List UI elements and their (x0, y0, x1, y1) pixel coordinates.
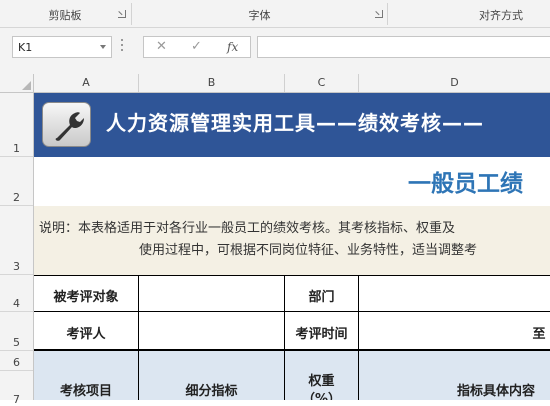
cell-label-time[interactable]: 考评时间 (285, 312, 359, 351)
row-header-1-label: 1 (13, 142, 20, 155)
ribbon-group-font: 字体 (132, 0, 387, 27)
row-header-2-label: 2 (13, 191, 20, 204)
description-line-2: 使用过程中，可根据不同岗位特征、业务特性，适当调整考 (139, 243, 478, 258)
formula-input[interactable] (257, 36, 550, 58)
enter-icon[interactable]: ✓ (191, 39, 202, 54)
row-header-3[interactable]: 3 (0, 206, 33, 275)
label-dept: 部门 (308, 290, 335, 305)
sheet-grid[interactable]: 人力资源管理实用工具——绩效考核—— 一般员工绩 说明：本表格适用于对各行业一般… (34, 93, 550, 400)
ribbon-group-strip: 剪贴板 字体 对齐方式 (0, 0, 550, 28)
select-all-corner[interactable] (0, 74, 34, 92)
header-weight-label: 权重 (308, 374, 335, 389)
banner-title: 人力资源管理实用工具——绩效考核—— (106, 111, 484, 135)
header-detail-label: 指标具体内容 (457, 384, 536, 399)
header-item-label: 考核项目 (59, 384, 112, 399)
wrench-icon (42, 102, 91, 147)
row-header-5-label: 5 (13, 336, 20, 349)
cell-label-dept[interactable]: 部门 (285, 275, 359, 312)
cell-label-subject[interactable]: 被考评对象 (34, 275, 139, 312)
ribbon-group-font-label: 字体 (248, 9, 271, 22)
header-sub-indicator[interactable]: 细分指标 (139, 351, 285, 400)
row-header-3-label: 3 (13, 260, 20, 273)
ribbon-group-alignment: 对齐方式 (388, 0, 550, 27)
cell-label-reviewer[interactable]: 考评人 (34, 312, 139, 351)
header-weight-unit: （%） (301, 392, 342, 400)
row-header-5[interactable]: 5 (0, 312, 33, 351)
label-reviewer: 考评人 (66, 327, 106, 342)
cell-dept-value[interactable] (359, 275, 550, 312)
title-banner[interactable]: 人力资源管理实用工具——绩效考核—— (34, 93, 550, 157)
label-time: 考评时间 (295, 327, 348, 342)
cancel-icon[interactable]: ✕ (156, 39, 167, 54)
header-sub-label: 细分指标 (185, 384, 238, 399)
column-header-row: A B C D (0, 74, 550, 93)
column-header-b[interactable]: B (139, 74, 285, 92)
header-assessment-item[interactable]: 考核项目 (34, 351, 139, 400)
form-subtitle: 一般员工绩 (408, 171, 523, 197)
resize-handle-icon[interactable] (120, 39, 124, 55)
name-box-value: K1 (18, 41, 33, 54)
column-header-c[interactable]: C (285, 74, 359, 92)
name-box[interactable]: K1 (12, 36, 112, 58)
formula-bar: K1 ✕ ✓ fx (0, 28, 550, 74)
column-header-d[interactable]: D (359, 74, 550, 92)
clipboard-dialog-launcher-icon[interactable] (118, 10, 126, 18)
description-line-1: 说明：本表格适用于对各行业一般员工的绩效考核。其考核指标、权重及 (39, 221, 456, 236)
time-to-label: 至 (532, 327, 546, 342)
column-header-a[interactable]: A (34, 74, 139, 92)
label-subject: 被考评对象 (53, 290, 119, 305)
row-header-1[interactable]: 1 (0, 93, 33, 157)
cell-reviewer-value[interactable] (139, 312, 285, 351)
row-header-4[interactable]: 4 (0, 275, 33, 312)
font-dialog-launcher-icon[interactable] (375, 10, 383, 18)
cell-time-value[interactable]: 至 (359, 312, 550, 351)
row-header-6[interactable]: 6 (0, 351, 33, 371)
row-header-6-label: 6 (13, 356, 20, 369)
chevron-down-icon[interactable] (100, 45, 106, 49)
row-header-2[interactable]: 2 (0, 157, 33, 206)
row-header-column: 1 2 3 4 5 6 7 (0, 93, 34, 406)
ribbon-group-alignment-label: 对齐方式 (479, 9, 523, 22)
subtitle-row[interactable]: 一般员工绩 (34, 157, 550, 206)
header-detail[interactable]: 指标具体内容 (359, 351, 550, 400)
insert-function-icon[interactable]: fx (227, 40, 238, 54)
ribbon-group-clipboard: 剪贴板 (0, 0, 130, 27)
row-header-7[interactable]: 7 (0, 371, 33, 406)
cell-subject-value[interactable] (139, 275, 285, 312)
row-header-4-label: 4 (13, 297, 20, 310)
description-row[interactable]: 说明：本表格适用于对各行业一般员工的绩效考核。其考核指标、权重及 使用过程中，可… (34, 206, 550, 275)
header-weight[interactable]: 权重 （%） (285, 351, 359, 400)
formula-buttons: ✕ ✓ fx (143, 36, 251, 58)
ribbon-group-clipboard-label: 剪贴板 (48, 9, 82, 22)
